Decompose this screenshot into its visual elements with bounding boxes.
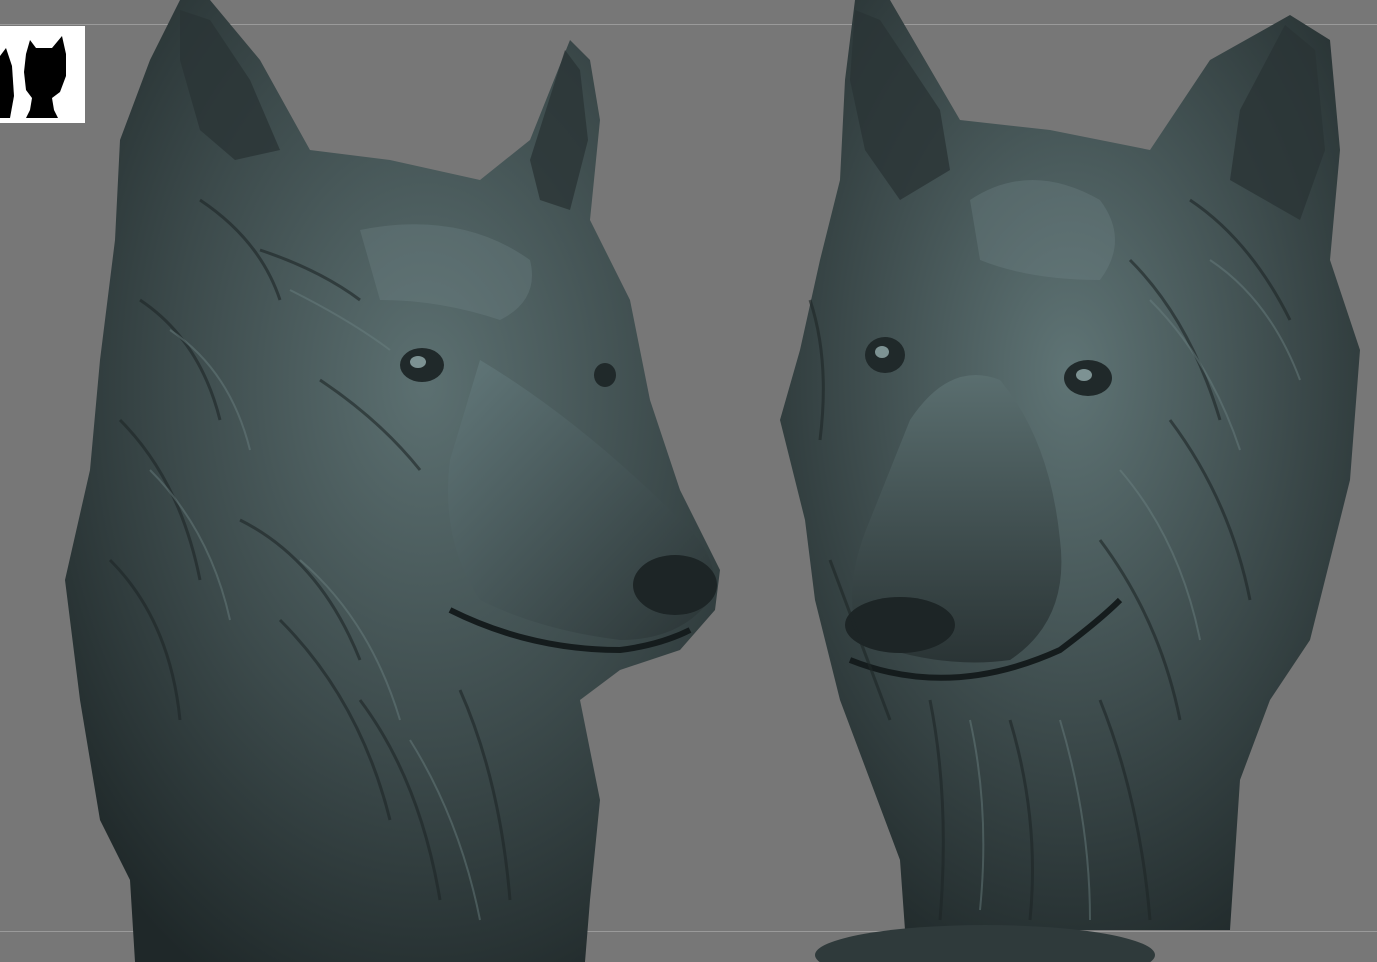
wolf-head-front-view[interactable] [770, 0, 1370, 962]
wolf-head-three-quarter-view[interactable] [60, 0, 740, 962]
3d-viewport[interactable] [0, 0, 1377, 962]
